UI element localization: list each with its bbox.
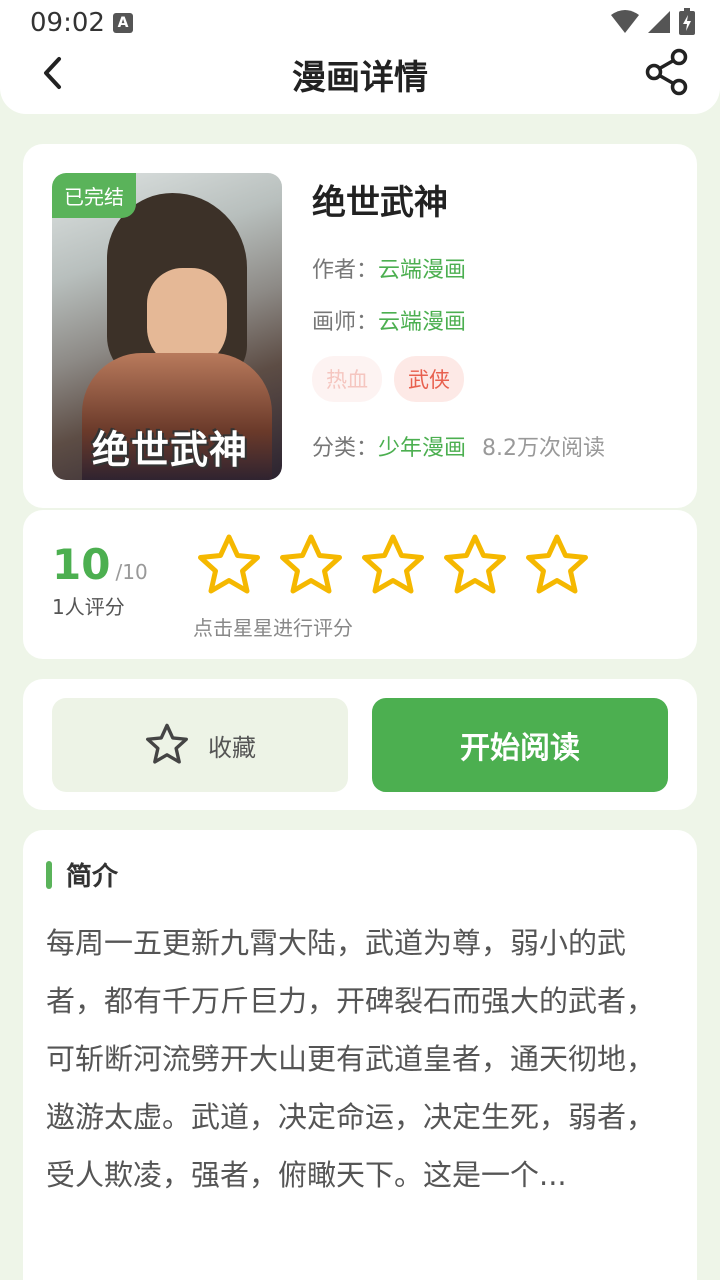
rating-count: 1人评分 (52, 595, 125, 619)
favorite-button[interactable]: 收藏 (52, 698, 348, 792)
tag-wuxia[interactable]: 武侠 (394, 356, 464, 402)
author-row: 作者：云端漫画 (312, 252, 605, 284)
heading-accent-bar (46, 860, 52, 889)
star-4-icon[interactable] (441, 532, 509, 600)
star-3-icon[interactable] (359, 532, 427, 600)
intro-heading: 简介 (46, 856, 118, 893)
score-block: 10 /10 1人评分 (52, 540, 148, 620)
comic-details: 绝世武神 作者：云端漫画 画师：云端漫画 热血 武侠 分类：少年漫画 8.2万次阅… (312, 173, 605, 462)
share-button[interactable] (644, 48, 690, 96)
tag-hot-blood[interactable]: 热血 (312, 356, 382, 402)
status-time: 09:02 (30, 8, 105, 38)
star-rating (195, 532, 591, 600)
system-icons (610, 8, 696, 36)
category-link[interactable]: 少年漫画 (378, 436, 466, 461)
battery-icon (679, 8, 695, 35)
view-count: 8.2万次阅读 (482, 436, 606, 461)
star-outline-icon (146, 723, 188, 764)
rating-card: 10 /10 1人评分 点击星星进行评分 (23, 510, 697, 659)
notification-icon: A (113, 13, 133, 33)
author-label: 作者： (312, 258, 379, 283)
artist-label: 画师： (312, 310, 379, 335)
star-1-icon[interactable] (195, 532, 263, 600)
comic-info-card: 绝世武神 已完结 绝世武神 作者：云端漫画 画师：云端漫画 热血 武侠 分类：少… (23, 144, 697, 508)
star-5-icon[interactable] (523, 532, 591, 600)
artist-link[interactable]: 云端漫画 (378, 310, 466, 335)
intro-text: 每周一五更新九霄大陆，武道为尊，弱小的武者，都有千万斤巨力，开碑裂石而强大的武者… (46, 926, 656, 1192)
author-link[interactable]: 云端漫画 (378, 258, 466, 283)
signal-icon (648, 11, 670, 33)
category-row: 分类：少年漫画 8.2万次阅读 (312, 430, 605, 462)
status-bar: 09:02 A (0, 0, 720, 46)
comic-title: 绝世武神 (312, 183, 448, 223)
favorite-label: 收藏 (208, 733, 256, 762)
score-max: /10 (115, 560, 148, 584)
cover-title-text: 绝世武神 (92, 428, 249, 472)
share-icon (645, 48, 688, 96)
intro-card: 简介 每周一五更新九霄大陆，武道为尊，弱小的武者，都有千万斤巨力，开碑裂石而强大… (23, 830, 697, 1280)
intro-heading-label: 简介 (66, 862, 119, 892)
rating-hint: 点击星星进行评分 (193, 616, 353, 640)
page-title: 漫画详情 (292, 58, 428, 98)
start-reading-button[interactable]: 开始阅读 (372, 698, 668, 792)
star-2-icon[interactable] (277, 532, 345, 600)
category-label: 分类： (312, 436, 379, 461)
wifi-icon (611, 10, 639, 33)
comic-cover[interactable]: 绝世武神 已完结 (52, 173, 282, 480)
score-value: 10 (52, 540, 111, 589)
status-badge: 已完结 (52, 173, 136, 218)
top-bar: 09:02 A 漫画详情 (0, 0, 720, 114)
action-card: 收藏 开始阅读 (23, 679, 697, 810)
tag-list: 热血 武侠 (312, 356, 605, 402)
artist-row: 画师：云端漫画 (312, 304, 605, 336)
